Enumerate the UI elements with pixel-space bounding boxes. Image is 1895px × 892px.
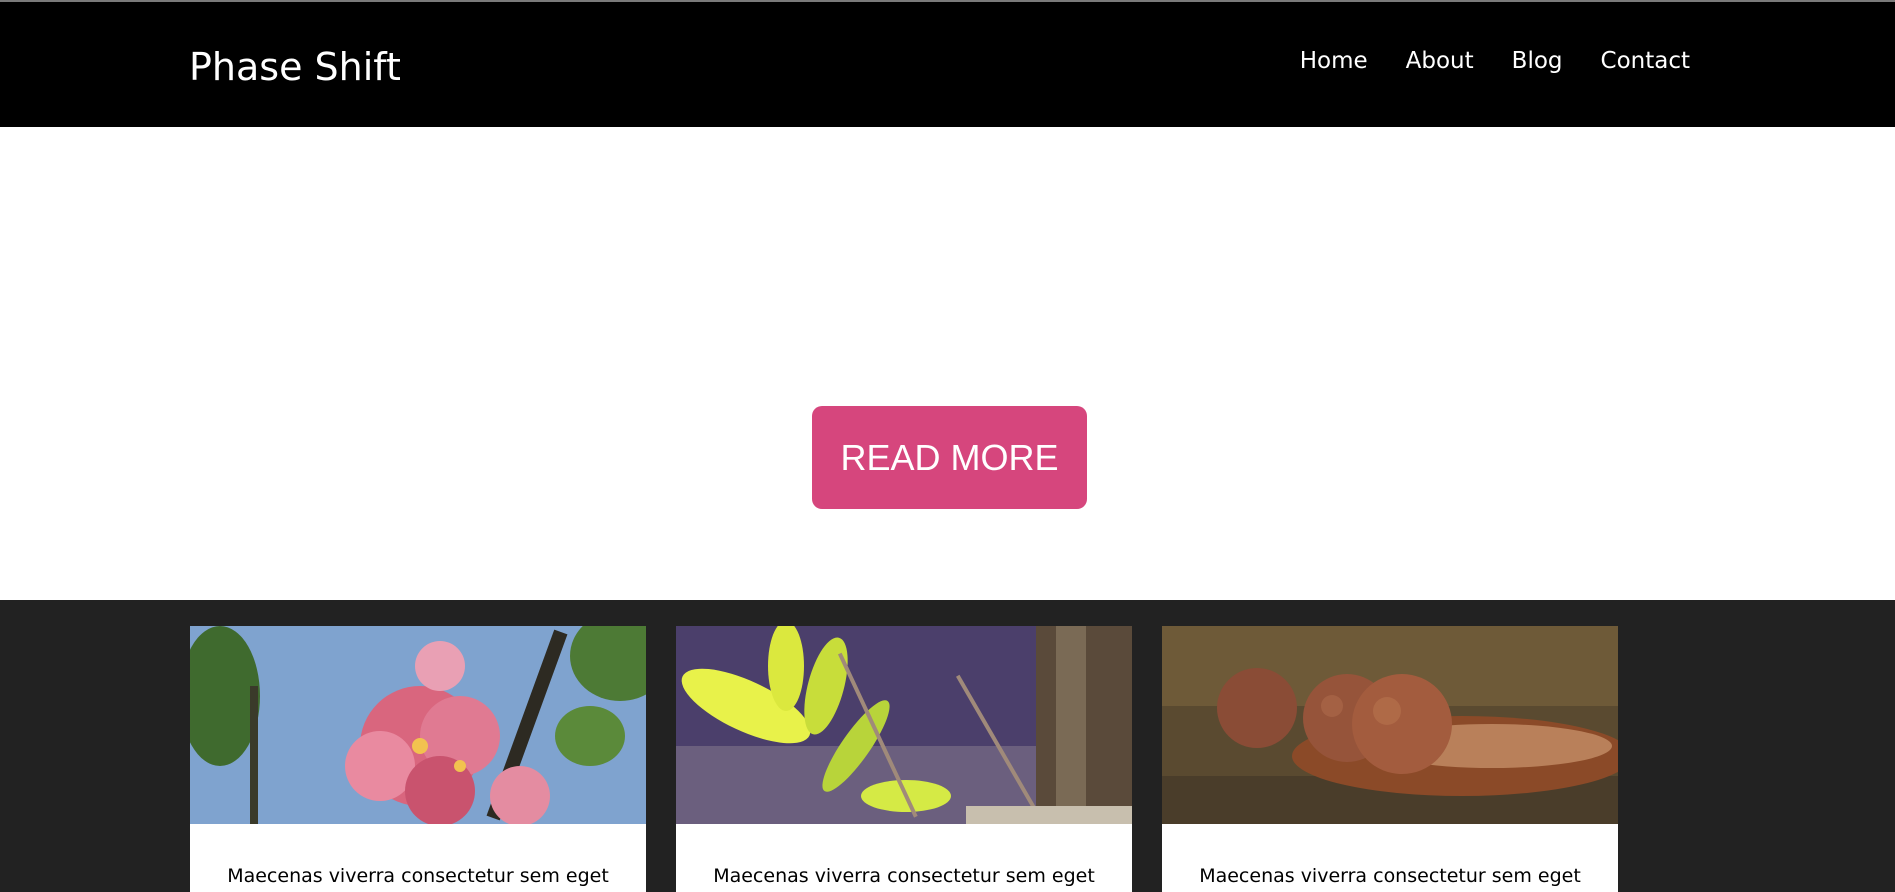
post-excerpt: Maecenas viverra consectetur sem eget — [713, 865, 1095, 887]
main-nav: Home About Blog Contact — [1300, 45, 1690, 77]
nav-blog[interactable]: Blog — [1512, 45, 1563, 77]
pink-flowers-photo[interactable] — [190, 626, 646, 824]
brown-seeds-on-leaf-photo[interactable] — [1162, 626, 1618, 824]
post-excerpt: Maecenas viverra consectetur sem eget — [227, 865, 609, 887]
nav-about[interactable]: About — [1406, 45, 1474, 77]
post-card[interactable]: Maecenas viverra consectetur sem eget — [676, 626, 1132, 892]
site-header: Phase Shift Home About Blog Contact — [0, 2, 1895, 127]
read-more-button[interactable]: READ MORE — [812, 406, 1087, 509]
post-card[interactable]: Maecenas viverra consectetur sem eget — [1162, 626, 1618, 892]
nav-contact[interactable]: Contact — [1601, 45, 1690, 77]
nav-home[interactable]: Home — [1300, 45, 1368, 77]
site-title[interactable]: Phase Shift — [189, 42, 401, 92]
post-excerpt: Maecenas viverra consectetur sem eget — [1199, 865, 1581, 887]
green-leaves-photo[interactable] — [676, 626, 1132, 824]
post-card[interactable]: Maecenas viverra consectetur sem eget — [190, 626, 646, 892]
hero-section — [0, 127, 1895, 600]
